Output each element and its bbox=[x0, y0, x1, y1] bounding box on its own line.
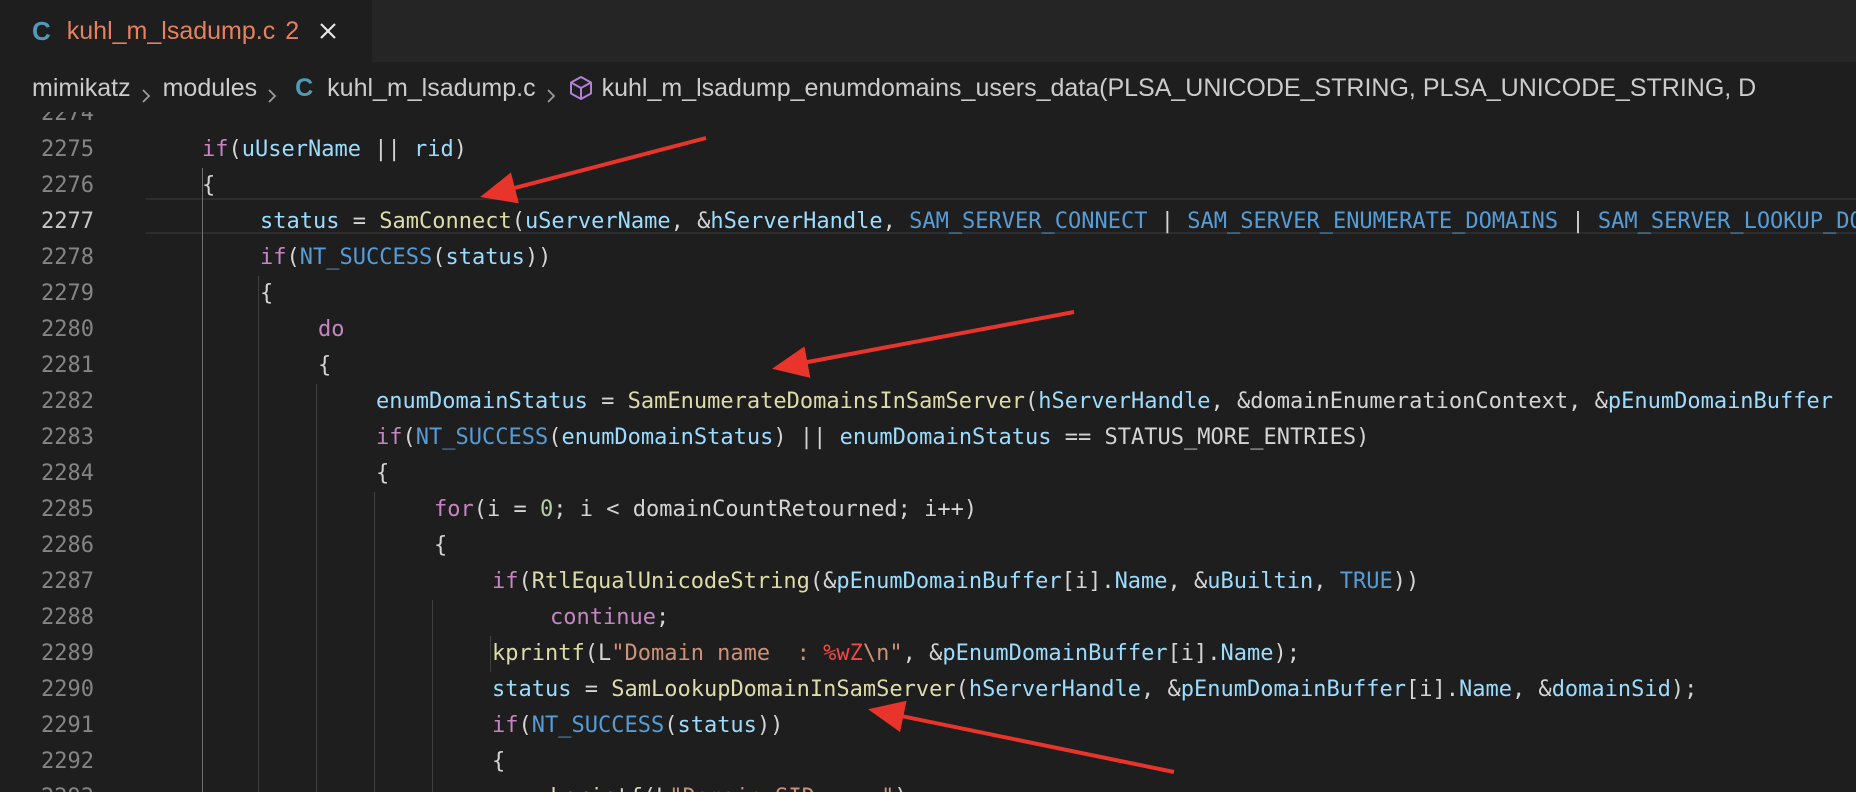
red-arrow-samconnect bbox=[480, 136, 707, 204]
red-arrow-samlookupdomain bbox=[868, 700, 1175, 774]
annotation-arrows bbox=[480, 136, 1175, 774]
red-arrow-samenumeratedomains bbox=[772, 310, 1075, 378]
